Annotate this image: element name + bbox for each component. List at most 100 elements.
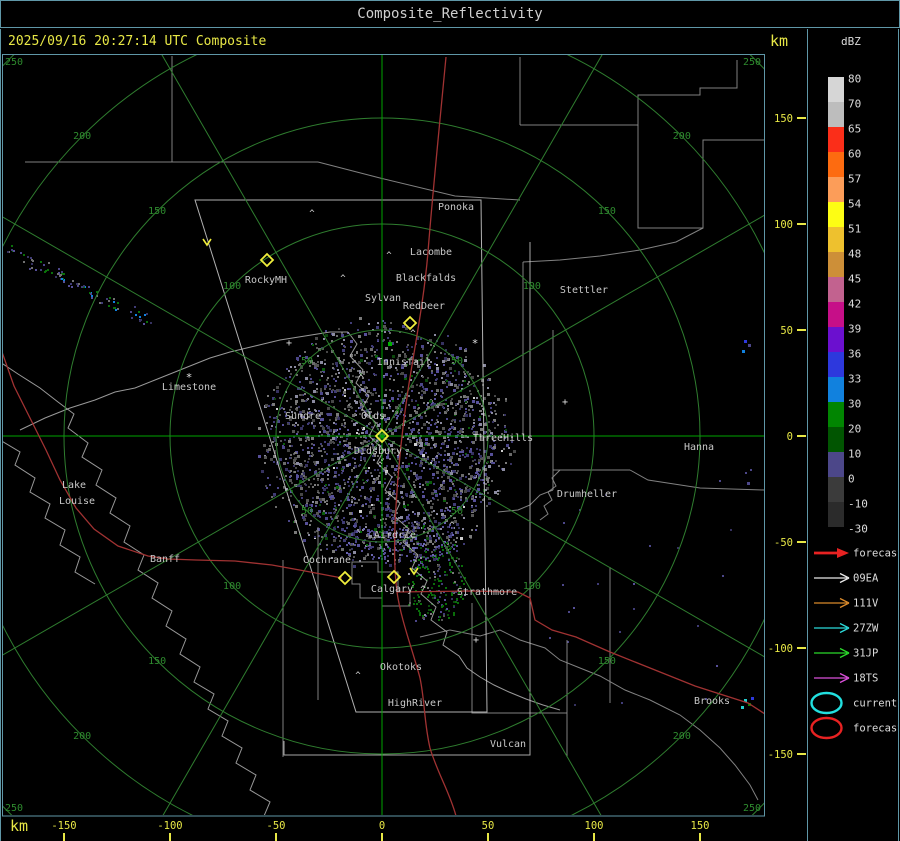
colorbar-swatch: [828, 277, 844, 302]
county-line: [523, 228, 703, 262]
colorbar-swatch: [828, 202, 844, 227]
colorbar-value-label: -30: [848, 523, 868, 536]
colorbar-value-label: 20: [848, 423, 861, 436]
city-label: Airdrie: [374, 530, 416, 541]
ring-distance-label: 100: [223, 581, 241, 592]
city-label: Innisfail: [377, 357, 431, 368]
county-line: [420, 630, 758, 800]
colorbar-swatch: [828, 302, 844, 327]
colorbar-value-label: 36: [848, 348, 861, 361]
ring-distance-label: 100: [523, 581, 541, 592]
check-marker-icon: [203, 239, 211, 245]
city-label: Stettler: [560, 285, 608, 296]
storm-ellipse-icon: [812, 718, 842, 738]
colorbar-value-label: 60: [848, 148, 861, 161]
caret-marker-icon: ^: [358, 374, 364, 384]
ring-distance-label: 200: [73, 131, 91, 142]
legend-label: 27ZW: [853, 623, 879, 635]
km-unit-top: km: [770, 32, 788, 50]
radar-map: 5050505010010010010015015015015020020020…: [0, 0, 900, 841]
radar-center-dot: [381, 435, 384, 438]
colorbar-swatch: [828, 252, 844, 277]
caret-marker-icon: ^: [387, 493, 393, 503]
y-axis-label: -150: [768, 749, 793, 761]
colorbar-swatch: [828, 327, 844, 352]
y-axis-label: -50: [774, 537, 793, 549]
ring-distance-label: 50: [451, 506, 463, 517]
colorbar-swatch: [828, 152, 844, 177]
city-label: Lacombe: [410, 247, 452, 258]
x-axis-label: -100: [157, 820, 182, 832]
ring-distance-label: 150: [148, 206, 166, 217]
caret-marker-icon: ^: [386, 251, 392, 261]
window-title: Composite_Reflectivity: [357, 6, 542, 22]
city-label: RockyMH: [245, 275, 287, 286]
city-label: Sundre: [285, 411, 321, 422]
city-label: Limestone: [162, 382, 216, 393]
county-line: [638, 125, 765, 228]
window-left-border: [0, 29, 1, 841]
colorbar-panel: dBZ 807065605754514845423936333020100-10…: [807, 29, 899, 841]
y-axis-label: 100: [774, 219, 793, 231]
colorbar-swatch: [828, 477, 844, 502]
city-label: ThreeHills: [473, 433, 533, 444]
plus-marker-icon: +: [473, 635, 479, 646]
colorbar-value-label: 0: [848, 473, 855, 486]
timestamp-label: 2025/09/16 20:27:14 UTC Composite: [8, 34, 266, 49]
forecast-arrowhead-icon: [837, 548, 849, 558]
colorbar-swatch: [828, 77, 844, 102]
colorbar-swatch: [828, 427, 844, 452]
ring-distance-label: 250: [743, 57, 761, 68]
mountain-line: [0, 440, 95, 584]
azimuth-spoke: [382, 0, 682, 436]
caret-marker-icon: ^: [355, 671, 361, 681]
ring-distance-label: 50: [451, 356, 463, 367]
km-unit-bottom: km: [10, 817, 28, 835]
ring-distance-label: 200: [73, 731, 91, 742]
caret-marker-icon: ^: [309, 209, 315, 219]
colorbar-swatch: [828, 352, 844, 377]
city-label: Calgary: [371, 584, 413, 595]
x-axis-label: -50: [267, 820, 286, 832]
ring-distance-label: 100: [523, 281, 541, 292]
colorbar-value-label: 57: [848, 173, 861, 186]
precip-speckles: [0, 245, 754, 709]
colorbar-value-label: 65: [848, 123, 861, 136]
colorbar-swatch: [828, 227, 844, 252]
ring-distance-label: 150: [598, 206, 616, 217]
city-label: Vulcan: [490, 739, 526, 750]
colorbar-value-label: -10: [848, 498, 868, 511]
caret-marker-icon: ^: [340, 274, 346, 284]
caret-marker-icon: ^: [420, 585, 426, 595]
city-label: Strathmore: [457, 587, 517, 598]
city-label: Brooks: [694, 696, 730, 707]
city-label: Okotoks: [380, 662, 422, 673]
ring-distance-label: 50: [301, 506, 313, 517]
city-label: HighRiver: [388, 698, 442, 709]
city-label: Lake: [62, 480, 86, 491]
ring-distance-label: 250: [5, 803, 23, 814]
plus-marker-icon: +: [562, 397, 568, 408]
county-line: [498, 490, 553, 512]
green-dot-marker: [388, 342, 392, 346]
colorbar-swatch: [828, 102, 844, 127]
city-label: Hanna: [684, 442, 714, 453]
colorbar-value-label: 39: [848, 323, 861, 336]
colorbar-legend-canvas: 807065605754514845423936333020100-10-30f…: [808, 29, 898, 841]
ring-distance-label: 200: [673, 731, 691, 742]
colorbar-swatch: [828, 377, 844, 402]
city-label: Didsbury: [354, 446, 402, 457]
y-axis-label: 0: [787, 431, 793, 443]
legend-label: 18TS: [853, 673, 878, 685]
ring-distance-label: 200: [673, 131, 691, 142]
colorbar-value-label: 70: [848, 98, 861, 111]
colorbar-value-label: 54: [848, 198, 862, 211]
y-axis-label: 50: [780, 325, 793, 337]
city-label: Ponoka: [438, 202, 474, 213]
x-axis-label: 0: [379, 820, 385, 832]
city-label: Louise: [59, 496, 95, 507]
ring-distance-label: 50: [301, 356, 313, 367]
star-marker-icon: *: [472, 337, 479, 350]
x-axis-label: -150: [51, 820, 76, 832]
county-line: [520, 60, 737, 125]
